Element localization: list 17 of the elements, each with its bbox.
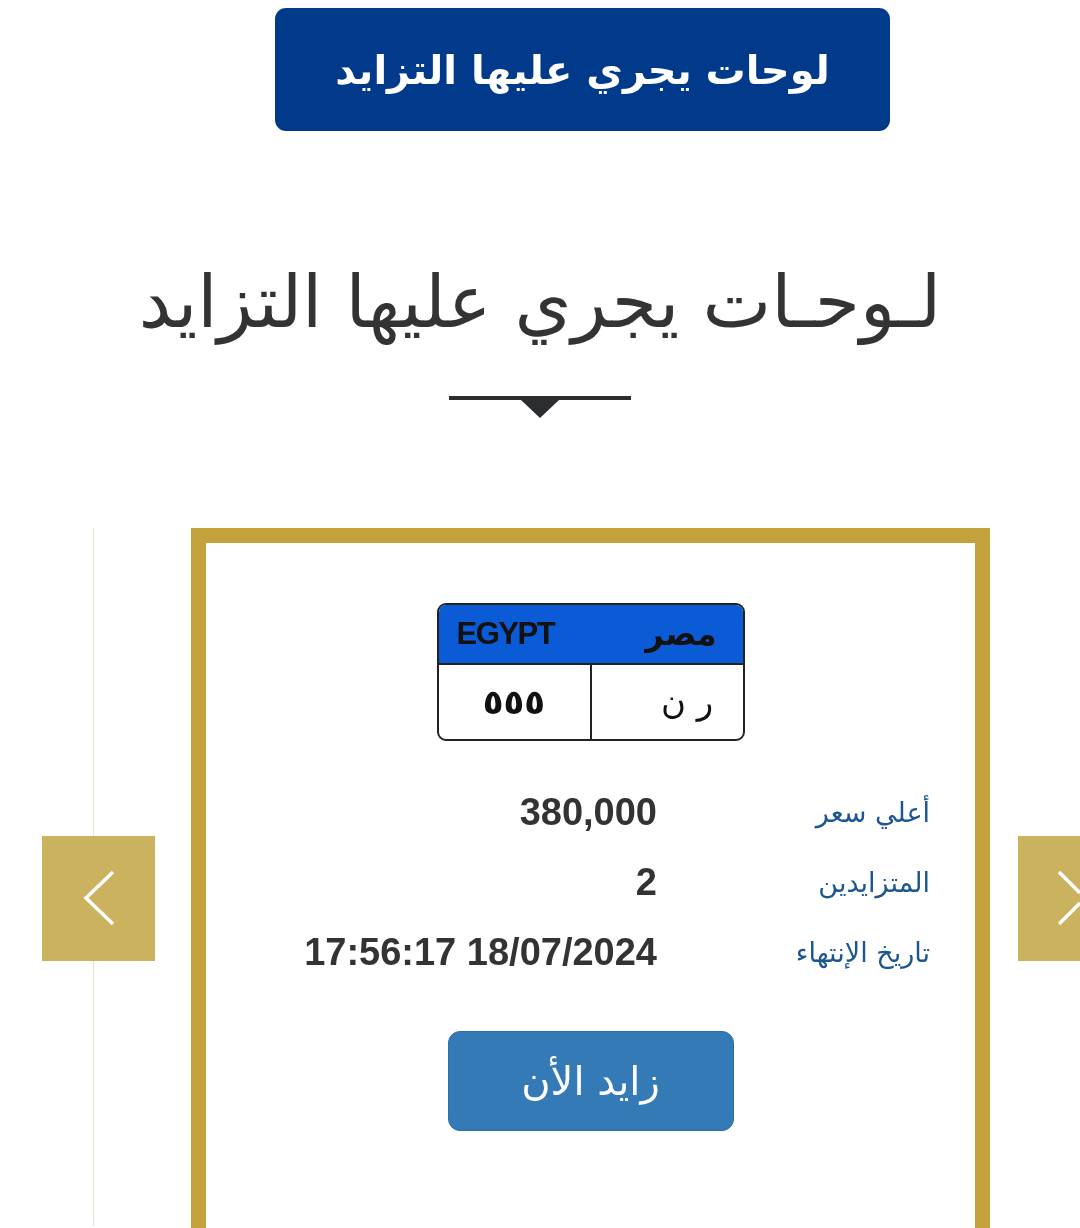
plate-country-text: مصر: [645, 614, 717, 653]
section-title: لـوحـات يجري عليها التزايد: [138, 258, 942, 347]
detail-label: المتزايدين: [818, 867, 930, 899]
chevron-right-icon: [1058, 870, 1080, 927]
detail-value: 380,000: [519, 791, 657, 835]
detail-value: 2: [635, 861, 657, 905]
detail-value: 17:56:17 18/07/2024: [304, 931, 657, 975]
auction-plates-button[interactable]: لوحات يجري عليها التزايد: [275, 8, 890, 131]
plate-country-text: EGYPT: [456, 615, 555, 652]
plate-letters: ر ن: [659, 681, 714, 722]
detail-label: أعلي سعر: [815, 797, 930, 829]
previous-button[interactable]: [42, 835, 155, 961]
bid-now-button[interactable]: زايد الأن: [447, 1030, 734, 1131]
detail-label: تاريخ الإنتهاء: [795, 937, 930, 969]
plate-number: ٥٥٥: [482, 681, 546, 722]
chevron-left-icon: [82, 870, 115, 927]
next-button[interactable]: [1018, 835, 1080, 961]
